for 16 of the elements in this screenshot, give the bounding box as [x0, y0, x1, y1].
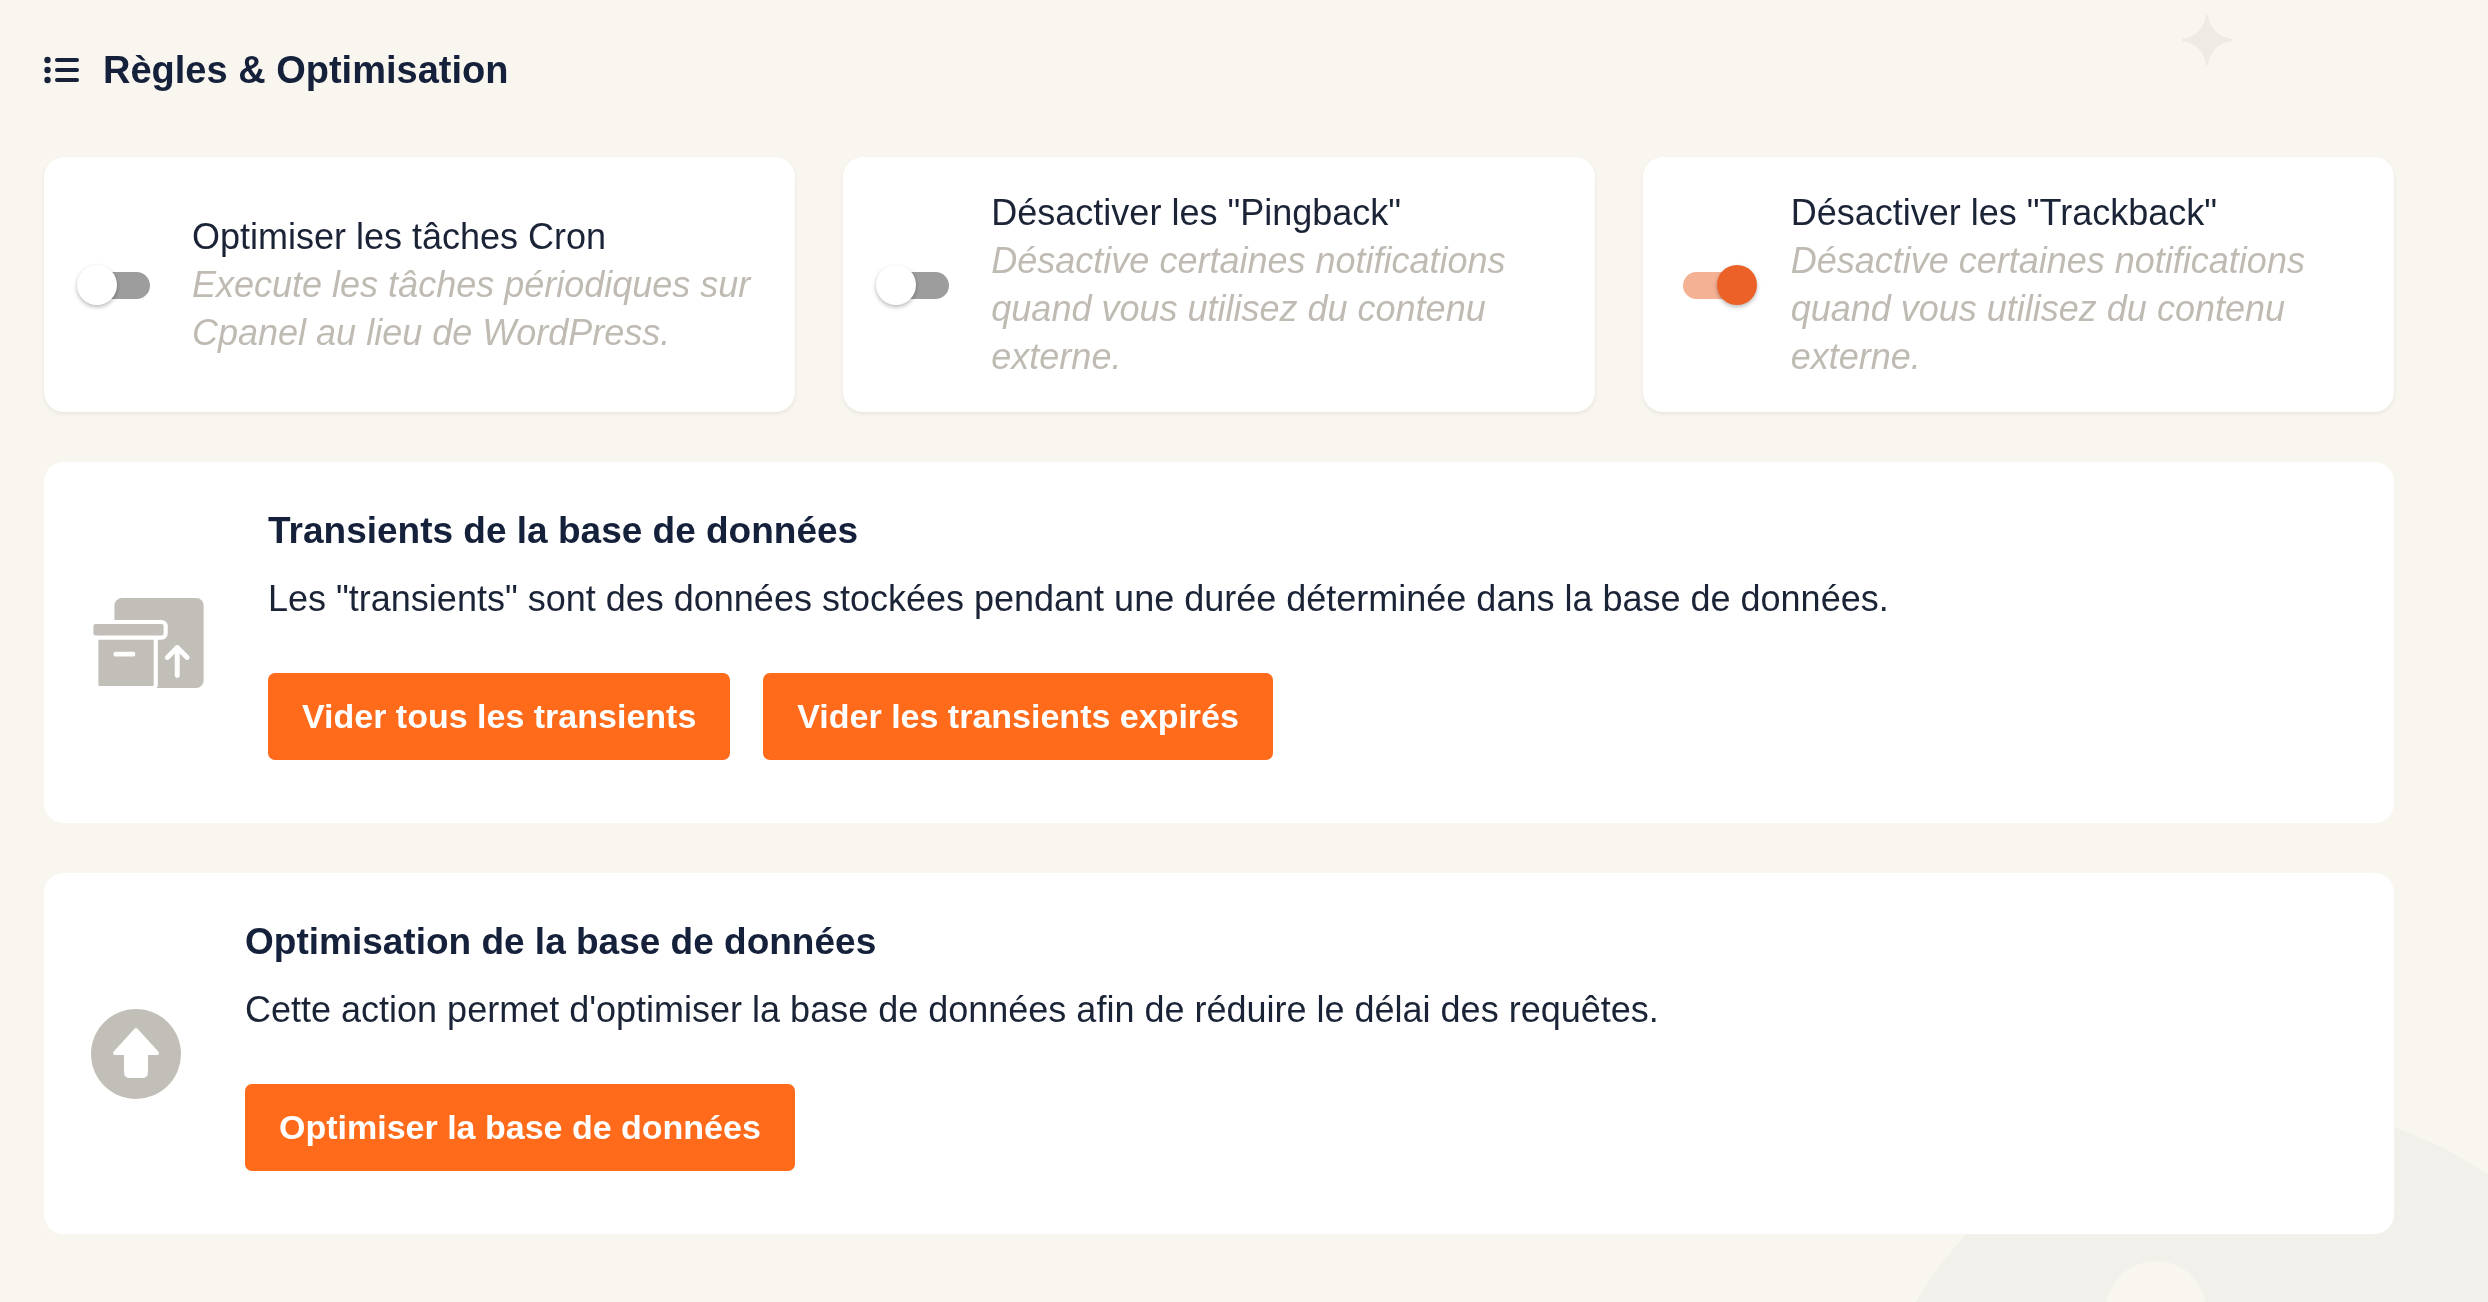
- toggle-title: Désactiver les "Pingback": [991, 190, 1403, 235]
- list-icon: [44, 56, 79, 84]
- toggle-title: Désactiver les "Trackback": [1790, 190, 2218, 235]
- toggle-description: Désactive certaines notifications quand vous utilisez du contenu externe.: [1790, 238, 2306, 379]
- action-title: Transients de la base de données: [268, 509, 860, 553]
- action-description: Cette action permet d'optimiser la base de données afin de réduire le délai des requêtes.: [245, 988, 1659, 1032]
- action-button[interactable]: Vider tous les transients: [268, 673, 731, 760]
- toggle-title: Optimiser les tâches Cron: [192, 214, 608, 259]
- action-description: Les "transients" sont des données stockées pendant une durée déterminée dans la base de données.: [268, 577, 1889, 621]
- action-button[interactable]: Vider les transients expirés: [763, 673, 1273, 760]
- toggle-description: Désactive certaines notifications quand vous utilisez du contenu externe.: [991, 238, 1507, 379]
- archive-box-icon: [91, 597, 204, 688]
- action-title: Optimisation de la base de données: [245, 920, 878, 964]
- section-title: Règles & Optimisation: [103, 48, 509, 93]
- action-button[interactable]: Optimiser la base de données: [245, 1084, 795, 1171]
- toggle-description: Execute les tâches périodiques sur Cpanel au lieu de WordPress.: [192, 262, 753, 355]
